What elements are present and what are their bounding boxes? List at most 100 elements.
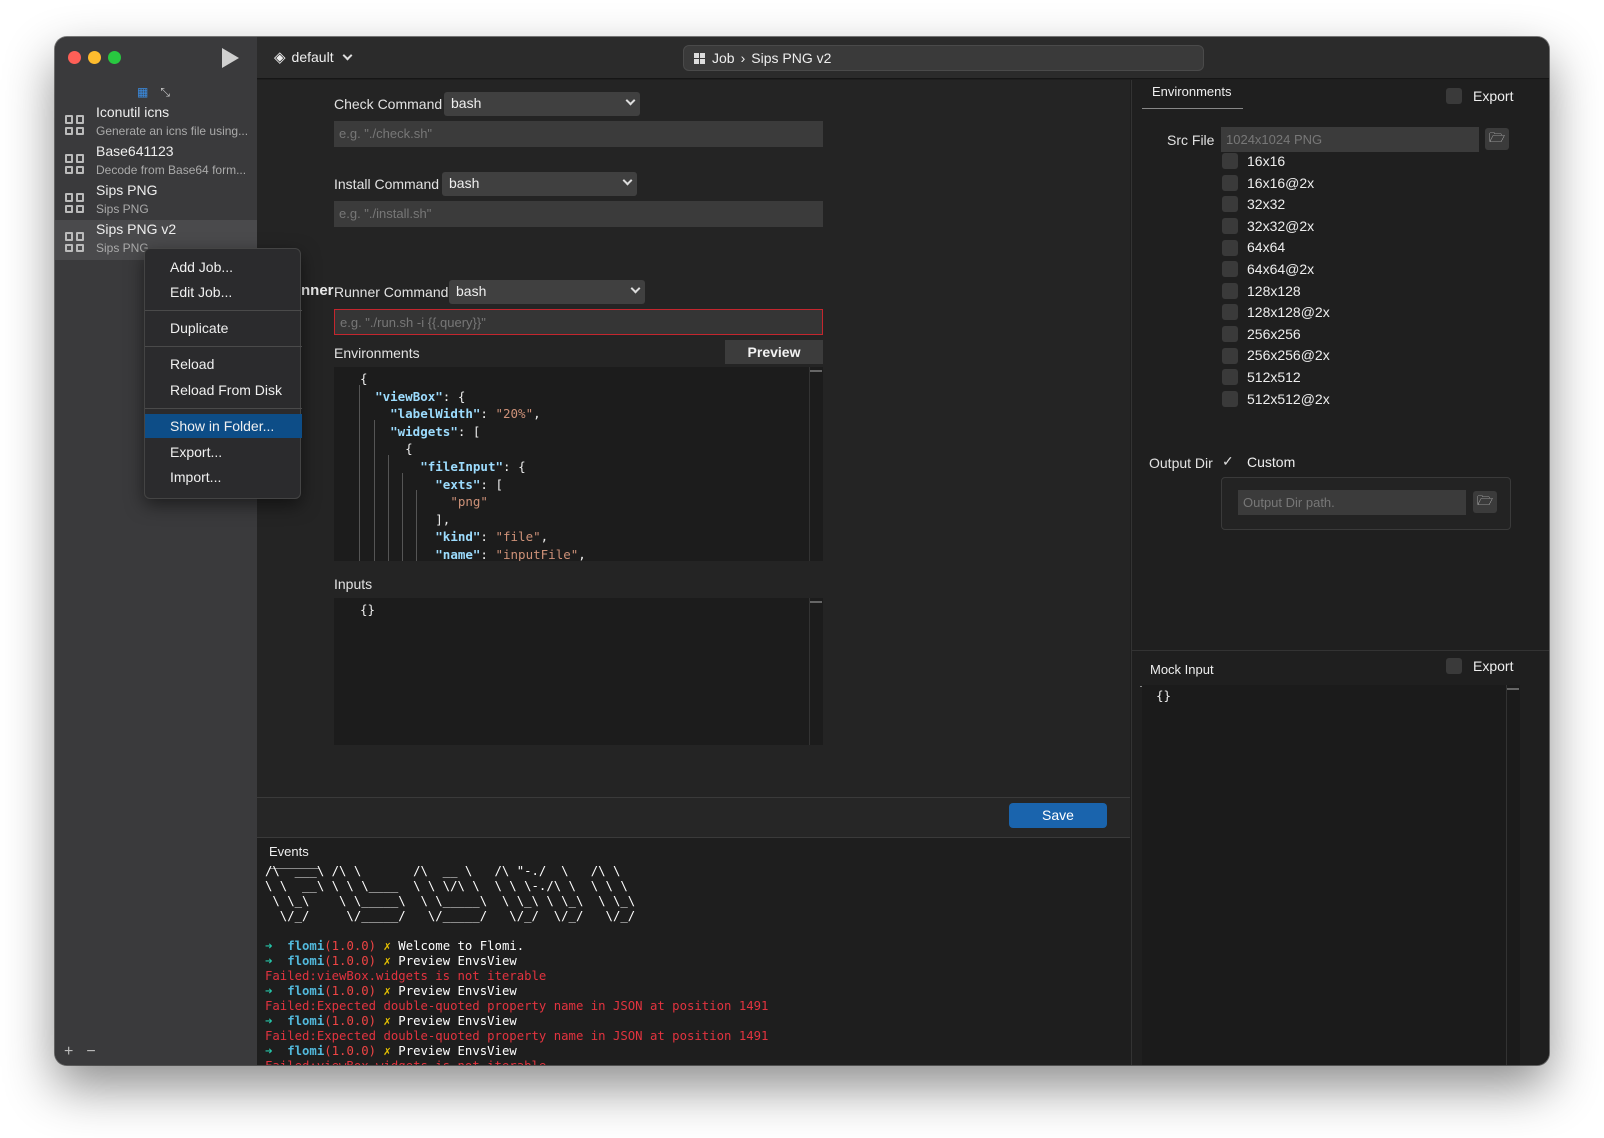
profile-selector[interactable]: ◈ default [274,48,353,66]
job-grid-icon [65,154,85,174]
size-label: 64x64@2x [1247,261,1315,277]
size-option-128x128@2x[interactable]: 128x128@2x [1222,304,1330,324]
menu-reload[interactable]: Reload [145,352,302,376]
custom-output-checkbox[interactable]: ✓ Custom [1222,454,1295,474]
folder-open-icon[interactable]: 🗁 [1485,128,1509,150]
code-line: "kind": "file", [435,529,549,545]
zoom-window-button[interactable] [108,51,121,64]
env-code-lines: { "viewBox": { "labelWidth": "20%", "wid… [360,370,586,561]
runner-shell-select[interactable]: bash [449,280,645,304]
size-option-128x128[interactable]: 128x128 [1222,283,1301,303]
events-panel: Events /\ ___\ /\ \ /\ __ \ /\ "-./ \ /\… [257,837,1130,1065]
menu-show-in-folder[interactable]: Show in Folder... [145,414,302,438]
preview-button[interactable]: Preview [725,340,823,364]
size-option-256x256@2x[interactable]: 256x256@2x [1222,347,1330,367]
inputs-label: Inputs [334,576,373,592]
events-terminal[interactable]: /\ ___\ /\ \ /\ __ \ /\ "-./ \ /\ \ \ \ _… [265,864,768,1065]
code-line: "labelWidth": "20%", [390,406,541,422]
grid-view-icon[interactable]: ▦ [137,85,148,100]
size-checkbox[interactable] [1222,218,1238,235]
tab-environments[interactable]: Environments [1142,84,1244,109]
size-checkbox[interactable] [1222,196,1238,213]
job-subtitle: Sips PNG [96,202,149,216]
mock-input-editor[interactable]: {} [1142,685,1520,1065]
size-checkbox[interactable] [1222,390,1238,407]
context-menu: Add Job... Edit Job... Duplicate Reload … [144,248,302,499]
size-checkbox[interactable] [1222,369,1238,386]
install-shell-select[interactable]: bash [442,172,637,196]
size-checkbox[interactable] [1222,174,1238,191]
size-label: 16x16 [1247,153,1286,169]
menu-import[interactable]: Import... [145,465,302,489]
size-option-16x16@2x[interactable]: 16x16@2x [1222,175,1314,195]
output-dir-input[interactable]: Output Dir path. [1238,490,1466,515]
sidebar-job-item[interactable]: Iconutil icns Generate an icns file usin… [55,103,257,143]
install-command-input[interactable]: e.g. "./install.sh" [334,201,823,227]
log-info-line: ➜ flomi(1.0.0) ✗ Welcome to Flomi. [265,939,525,953]
job-grid-icon [65,232,85,252]
size-option-32x32[interactable]: 32x32 [1222,196,1285,216]
size-checkbox[interactable] [1222,153,1238,170]
size-option-256x256[interactable]: 256x256 [1222,326,1301,346]
size-checkbox[interactable] [1222,304,1238,321]
size-label: 32x32 [1247,196,1286,213]
sidebar-job-item[interactable]: Base641123 Decode from Base64 form... [55,142,257,182]
environments-code-editor[interactable]: { "viewBox": { "labelWidth": "20%", "wid… [334,367,823,561]
remove-job-button[interactable]: − [86,1043,95,1061]
size-checkbox[interactable] [1222,261,1238,278]
add-job-button[interactable]: + [64,1043,73,1061]
tab-mock-input[interactable]: Mock Input [1140,662,1226,687]
menu-edit-job[interactable]: Edit Job... [145,280,302,304]
size-option-64x64[interactable]: 64x64 [1222,239,1285,259]
check-shell-select[interactable]: bash [444,92,640,116]
close-window-button[interactable] [68,51,81,64]
size-checkbox[interactable] [1222,239,1238,256]
code-line: "name": "inputFile", [435,546,586,561]
export-env-checkbox[interactable] [1446,88,1462,104]
check-command-input[interactable]: e.g. "./check.sh" [334,121,823,147]
log-info-line: ➜ flomi(1.0.0) ✗ Preview EnvsView [265,984,517,998]
scrollbar[interactable] [809,367,823,561]
size-checkbox[interactable] [1222,282,1238,299]
menu-reload-from-disk[interactable]: Reload From Disk [145,378,302,402]
inputs-code-editor[interactable]: {} [334,598,823,745]
src-file-input[interactable]: 1024x1024 PNG [1221,127,1479,152]
minimize-window-button[interactable] [88,51,101,64]
scrollbar[interactable] [809,598,823,745]
src-file-label: Src File [1167,132,1215,148]
app-window: ▦ ⤡ Iconutil icns Generate an icns file … [55,37,1549,1065]
code-line: "png" [450,494,488,510]
job-grid-icon [65,115,85,135]
job-title: Base641123 [96,143,174,159]
log-error-line: Failed:Expected double-quoted property n… [265,1029,769,1043]
size-option-64x64@2x[interactable]: 64x64@2x [1222,261,1314,281]
size-option-512x512[interactable]: 512x512 [1222,369,1301,389]
scrollbar[interactable] [1506,685,1520,1065]
runner-command-input[interactable]: e.g. "./run.sh -i {{.query}}" [334,309,823,335]
size-checkbox[interactable] [1222,326,1238,343]
flow-view-icon[interactable]: ⤡ [160,85,170,100]
size-option-32x32@2x[interactable]: 32x32@2x [1222,218,1314,238]
menu-export[interactable]: Export... [145,440,302,464]
chevron-down-icon [342,50,353,60]
custom-checkbox[interactable]: ✓ [1222,454,1238,470]
chevron-down-icon [630,283,641,294]
breadcrumb-job[interactable]: Job [712,50,735,66]
run-play-icon[interactable] [222,48,239,68]
size-label: 512x512 [1247,369,1301,385]
inputs-code: {} [360,602,376,617]
export-mock-checkbox[interactable] [1446,658,1462,674]
menu-duplicate[interactable]: Duplicate [145,316,302,340]
job-grid-icon [65,193,85,213]
sidebar-job-item[interactable]: Sips PNG Sips PNG [55,181,257,221]
menu-add-job[interactable]: Add Job... [145,255,302,279]
size-option-16x16[interactable]: 16x16 [1222,153,1285,173]
chevron-down-icon [625,95,636,106]
size-label: 128x128 [1247,282,1301,299]
size-checkbox[interactable] [1222,347,1238,364]
save-button[interactable]: Save [1009,803,1107,828]
log-info-line: ➜ flomi(1.0.0) ✗ Preview EnvsView [265,1044,517,1058]
size-option-512x512@2x[interactable]: 512x512@2x [1222,391,1330,411]
folder-open-icon[interactable]: 🗁 [1473,491,1497,513]
log-info-line: ➜ flomi(1.0.0) ✗ Preview EnvsView [265,1014,517,1028]
